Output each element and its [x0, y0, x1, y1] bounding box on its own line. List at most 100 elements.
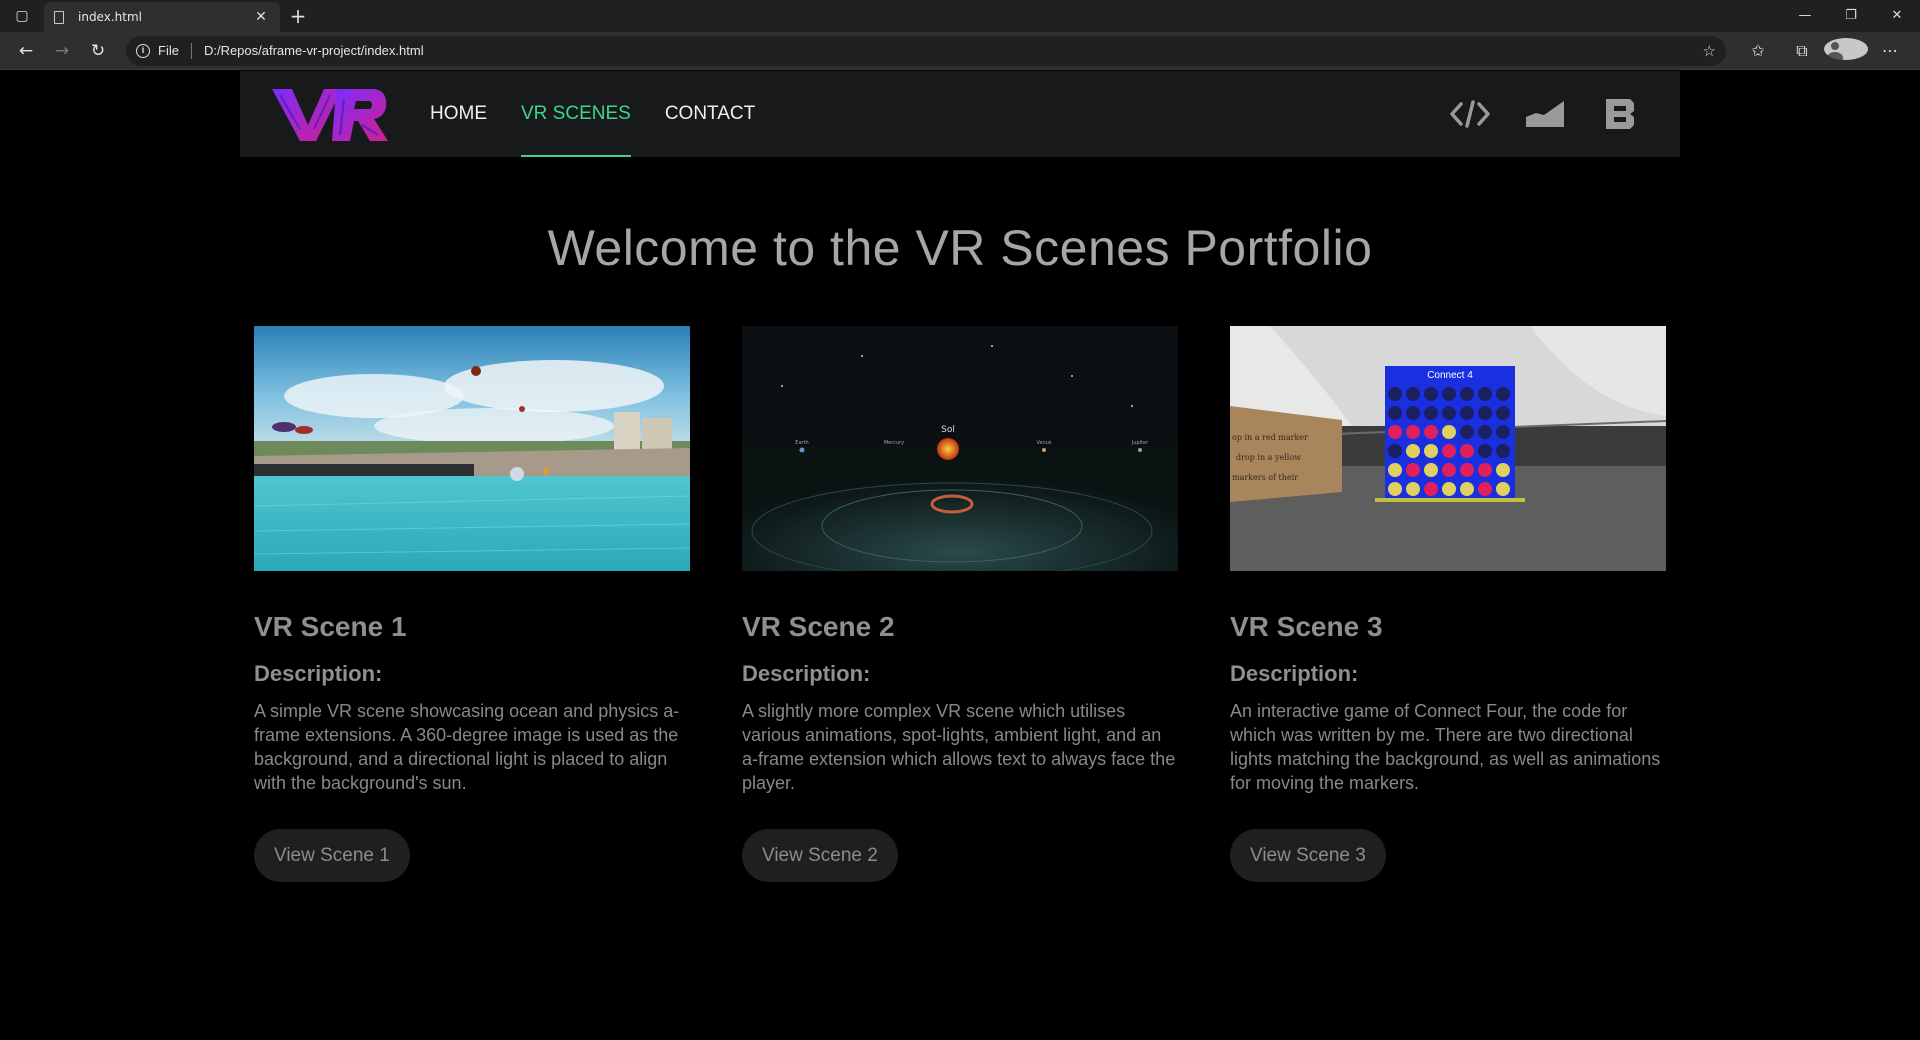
board-hole	[1460, 387, 1474, 401]
social-links	[1417, 94, 1642, 134]
restore-button[interactable]: ❐	[1828, 0, 1874, 32]
forward-button[interactable]: →	[44, 36, 80, 66]
refresh-button[interactable]: ↻	[80, 36, 116, 66]
board-hole	[1496, 425, 1510, 439]
board-hole	[1496, 444, 1510, 458]
browser-tab-bar: ▢ index.html ✕ + — ❐ ✕	[0, 0, 1920, 32]
web-page: HOME VR SCENES CONTACT Welcome to the VR…	[0, 71, 1920, 1040]
board-hole	[1388, 444, 1402, 458]
board-hole	[1460, 406, 1474, 420]
board-hole	[1478, 425, 1492, 439]
board-hole	[1478, 444, 1492, 458]
nav-contact[interactable]: CONTACT	[665, 71, 755, 157]
board-label: Connect 4	[1427, 370, 1473, 381]
sign-text-1: op in a red marker	[1232, 433, 1308, 442]
code-icon[interactable]	[1448, 94, 1492, 134]
board-hole	[1424, 387, 1438, 401]
scene-cards: VR Scene 1 Description: A simple VR scen…	[254, 326, 1666, 882]
scene-2-description: A slightly more complex VR scene which u…	[742, 701, 1176, 793]
sign-text-2: drop in a yellow	[1236, 453, 1301, 462]
address-bar[interactable]: i File D:/Repos/aframe-vr-project/index.…	[126, 35, 1726, 66]
board-hole	[1424, 444, 1438, 458]
vr-logo[interactable]	[270, 85, 390, 143]
close-tab-icon[interactable]: ✕	[252, 9, 270, 25]
site-header: HOME VR SCENES CONTACT	[240, 71, 1680, 157]
nav-home[interactable]: HOME	[430, 71, 487, 157]
address-separator	[190, 42, 192, 59]
window-controls: — ❐ ✕	[1782, 0, 1920, 32]
avatar	[1824, 37, 1868, 60]
board-hole	[1388, 387, 1402, 401]
profile-icon[interactable]	[1824, 37, 1868, 64]
board-hole	[1406, 406, 1420, 420]
scene-3-desc-label: Description:	[1230, 661, 1359, 686]
board-hole	[1460, 463, 1474, 477]
more-menu-icon[interactable]: ⋯	[1868, 41, 1912, 60]
planet-label-2: Mercury	[884, 440, 904, 446]
board-hole	[1478, 387, 1492, 401]
board-hole	[1388, 425, 1402, 439]
browser-toolbar: ← → ↻ i File D:/Repos/aframe-vr-project/…	[0, 32, 1920, 70]
board-hole	[1388, 406, 1402, 420]
document-icon	[54, 10, 64, 24]
collections-icon[interactable]: ⧉	[1780, 41, 1824, 61]
board-hole	[1388, 482, 1402, 496]
board-hole	[1460, 482, 1474, 496]
scene-3-title: VR Scene 3	[1230, 611, 1383, 642]
board-hole	[1424, 406, 1438, 420]
add-favorite-icon[interactable]: ☆	[1703, 42, 1716, 60]
board-hole	[1406, 425, 1420, 439]
planet-label-1: Earth	[795, 440, 808, 446]
sun-label: Sol	[941, 425, 955, 435]
address-url[interactable]: D:/Repos/aframe-vr-project/index.html	[204, 43, 1703, 58]
site-nav: HOME VR SCENES CONTACT	[430, 71, 789, 157]
board-hole	[1496, 482, 1510, 496]
board-hole	[1442, 387, 1456, 401]
board-hole	[1460, 425, 1474, 439]
board-hole	[1424, 463, 1438, 477]
favorites-icon[interactable]: ✩	[1736, 41, 1780, 60]
board-hole	[1478, 482, 1492, 496]
board-hole	[1424, 425, 1438, 439]
planet-label-3: Venus	[1036, 440, 1051, 446]
scene-2-thumbnail[interactable]: Sol Earth Mercury Venus Jupiter	[742, 326, 1178, 571]
new-tab-button[interactable]: +	[280, 0, 316, 32]
board-hole	[1478, 406, 1492, 420]
board-hole	[1442, 444, 1456, 458]
view-scene-3-button[interactable]: View Scene 3	[1230, 829, 1386, 882]
scene-card-2: Sol Earth Mercury Venus Jupiter VR Scene…	[742, 326, 1178, 882]
board-hole	[1496, 463, 1510, 477]
scene-1-title: VR Scene 1	[254, 611, 407, 642]
scene-1-desc-label: Description:	[254, 661, 383, 686]
minimize-button[interactable]: —	[1782, 0, 1828, 32]
scene-2-desc-label: Description:	[742, 661, 871, 686]
browser-tools: ✩ ⧉ ⋯	[1736, 37, 1912, 64]
scene-card-3: op in a red marker drop in a yellow mark…	[1230, 326, 1666, 882]
scene-3-thumbnail[interactable]: op in a red marker drop in a yellow mark…	[1230, 326, 1666, 571]
board-hole	[1442, 406, 1456, 420]
b3-icon[interactable]	[1598, 94, 1642, 134]
planet-label-4: Jupiter	[1131, 440, 1149, 446]
board-hole	[1406, 482, 1420, 496]
page-title: Welcome to the VR Scenes Portfolio	[547, 220, 1373, 276]
board-hole	[1460, 444, 1474, 458]
board-hole	[1496, 387, 1510, 401]
tab-actions-icon[interactable]: ▢	[0, 0, 44, 32]
board-hole	[1442, 482, 1456, 496]
scene-1-thumbnail[interactable]	[254, 326, 690, 571]
board-hole	[1406, 444, 1420, 458]
board-hole	[1478, 463, 1492, 477]
board-hole	[1496, 406, 1510, 420]
close-window-button[interactable]: ✕	[1874, 0, 1920, 32]
board-hole	[1442, 463, 1456, 477]
nav-vr-scenes[interactable]: VR SCENES	[521, 71, 631, 157]
site-info-icon[interactable]: i	[136, 43, 150, 58]
view-scene-2-button[interactable]: View Scene 2	[742, 829, 898, 882]
view-scene-1-button[interactable]: View Scene 1	[254, 829, 410, 882]
browser-tab[interactable]: index.html ✕	[44, 2, 280, 32]
tab-title: index.html	[78, 10, 142, 24]
chart-icon[interactable]	[1523, 94, 1567, 134]
board-hole	[1406, 387, 1420, 401]
back-button[interactable]: ←	[8, 36, 44, 66]
board-hole	[1424, 482, 1438, 496]
